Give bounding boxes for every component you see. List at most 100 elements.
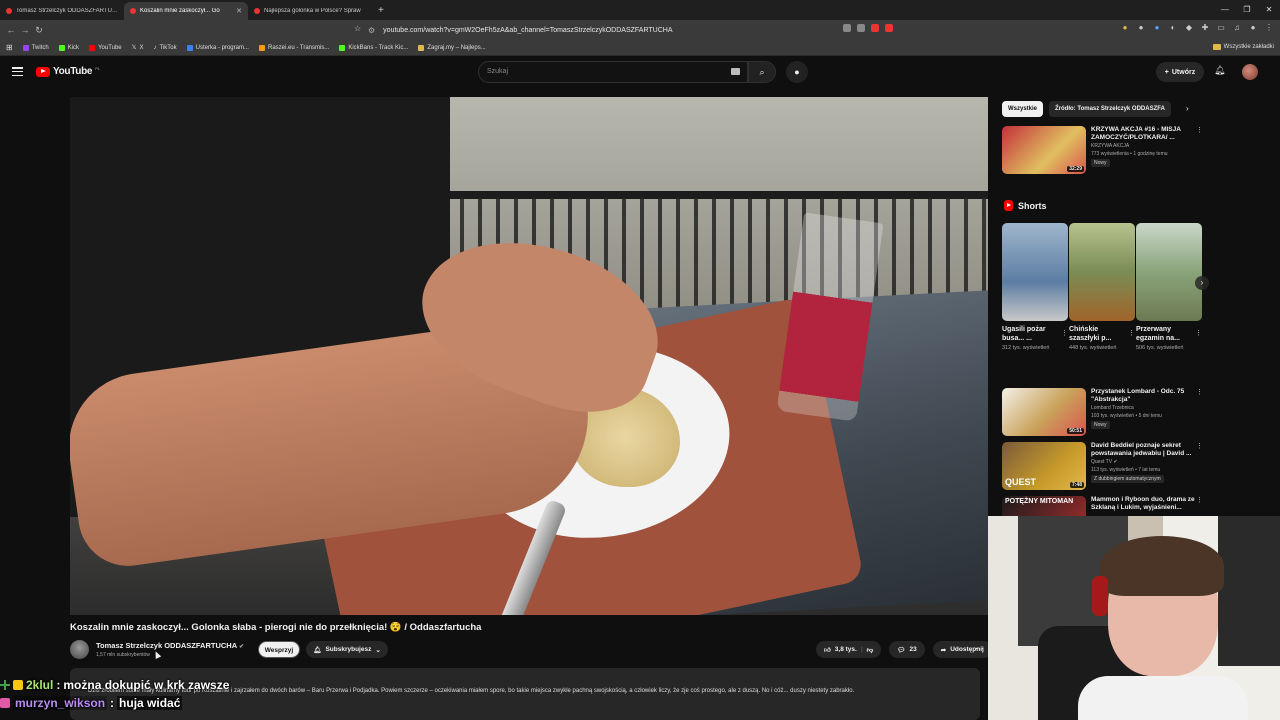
- more-icon[interactable]: ⋮: [1196, 126, 1203, 134]
- cam-hair: [1100, 536, 1224, 596]
- extension-icon[interactable]: ●: [1120, 23, 1130, 35]
- puzzle-icon[interactable]: ✚: [1200, 23, 1210, 35]
- close-window-icon[interactable]: ✕: [1258, 0, 1280, 20]
- stream-chat-overlay: 2klul : można dokupić w krk zawsze murzy…: [0, 676, 400, 712]
- more-icon[interactable]: ⋮: [1196, 496, 1202, 504]
- more-icon[interactable]: ⋮: [1061, 329, 1068, 337]
- browser-tab-3[interactable]: Najlepsza golonka w Polsce? Spraw: [248, 2, 372, 20]
- channel-name[interactable]: Tomasz Strzelczyk ODDASZFARTUCHA ✔: [96, 641, 244, 650]
- recommended-video[interactable]: QUEST 7:48 David Beddiel poznaje sekret …: [1002, 442, 1203, 490]
- profile-icon[interactable]: ●: [1248, 23, 1258, 35]
- bookmark-usterka[interactable]: Usterka - program...: [186, 44, 249, 51]
- video-thumbnail[interactable]: 50:51: [1002, 388, 1086, 436]
- notifications-bell-icon[interactable]: 🔔︎: [1214, 65, 1225, 76]
- bookmark-zagraj[interactable]: Zagraj.my – Najleps...: [418, 44, 486, 51]
- video-thumbnail[interactable]: 32:29: [1002, 126, 1086, 174]
- menu-icon[interactable]: ⋮: [1264, 23, 1274, 35]
- recommended-video[interactable]: 50:51 Przystanek Lombard - Odc. 75 "Abst…: [1002, 388, 1203, 436]
- maximize-icon[interactable]: ❐: [1236, 0, 1258, 20]
- video-player[interactable]: [70, 97, 988, 615]
- bookmark-raszei[interactable]: Raszei.eu - Transmis...: [258, 44, 329, 51]
- chevron-right-icon[interactable]: ›: [1195, 276, 1209, 290]
- bookmark-icon[interactable]: ☆: [354, 24, 361, 33]
- short-item[interactable]: Ugasili pożar busa... ... 312 tys. wyświ…: [1002, 223, 1068, 352]
- bookmark-x[interactable]: 𝕏X: [132, 44, 144, 52]
- bookmark-twitch[interactable]: Twitch: [22, 44, 49, 51]
- share-icon[interactable]: [857, 24, 865, 32]
- more-icon[interactable]: ⋮: [1128, 329, 1135, 337]
- apps-icon[interactable]: ⊞: [6, 43, 13, 52]
- youtube-play-icon: [36, 66, 50, 77]
- short-item[interactable]: Przerwany egzamin na... 506 tys. wyświet…: [1136, 223, 1202, 352]
- recommended-video[interactable]: 32:29 KRZYWA AKCJA #16 - MISJA ZAMOCZYĆ/…: [1002, 126, 1203, 174]
- short-item[interactable]: Chińskie szaszłyki p... 448 tys. wyświet…: [1069, 223, 1135, 352]
- support-button[interactable]: Wesprzyj: [258, 641, 300, 658]
- bookmark-tiktok[interactable]: ♪ TikTok: [154, 45, 177, 51]
- chip-source[interactable]: Źródło: Tomasz Strzelczyk ODDASZFA: [1049, 101, 1171, 117]
- reload-icon[interactable]: ↻: [32, 25, 46, 36]
- close-tab-icon[interactable]: ✕: [236, 7, 242, 15]
- more-actions-icon[interactable]: ⋯: [975, 643, 984, 654]
- channel-avatar[interactable]: [70, 640, 89, 659]
- short-thumbnail[interactable]: [1069, 223, 1135, 321]
- bookmark-kick[interactable]: Kick: [58, 44, 79, 51]
- video-meta: 113 tys. wyświetleń • 7 lat temu: [1091, 466, 1161, 473]
- extension-icon[interactable]: [871, 24, 879, 32]
- video-title: KRZYWA AKCJA #16 - MISJA ZAMOCZYĆ/PLOTKA…: [1091, 126, 1181, 142]
- new-badge: Nowy: [1091, 420, 1110, 429]
- thumbs-down-icon[interactable]: 👎︎: [867, 646, 874, 654]
- more-icon[interactable]: ⋮: [1196, 442, 1203, 450]
- video-thumbnail[interactable]: POTĘŻNY MITOMAN: [1002, 496, 1086, 516]
- bookmark-kickbans[interactable]: KickBans - Track Kic...: [339, 44, 408, 51]
- country-code: PL: [95, 66, 101, 71]
- short-thumbnail[interactable]: [1136, 223, 1202, 321]
- browser-toolbar: ← → ↻ ☆ ⚙ youtube.com/watch?v=gmW2OeFh5z…: [0, 20, 1280, 40]
- cast-icon[interactable]: [843, 24, 851, 32]
- search-button[interactable]: ⌕: [748, 61, 776, 83]
- youtube-logo[interactable]: YouTube PL: [36, 66, 100, 77]
- forward-icon[interactable]: →: [18, 25, 32, 35]
- site-info-icon[interactable]: ⚙: [368, 26, 375, 35]
- browser-tab-1[interactable]: Tomasz Strzelczyk ODDASZFARTUCHA: [0, 2, 124, 20]
- create-button[interactable]: + Utwórz: [1156, 62, 1204, 82]
- video-info: Przystanek Lombard - Odc. 75 "Abstrakcja…: [1091, 388, 1195, 436]
- bookmark-label: X: [139, 44, 144, 51]
- chip-all[interactable]: Wszystkie: [1002, 101, 1044, 117]
- url-text: youtube.com/watch?v=gmW2OeFh5zA&ab_chann…: [383, 26, 673, 34]
- back-icon[interactable]: ←: [4, 25, 18, 35]
- address-bar[interactable]: ⚙ youtube.com/watch?v=gmW2OeFh5zA&ab_cha…: [368, 22, 908, 38]
- thumbs-up-icon[interactable]: 👍︎: [824, 646, 831, 654]
- minimize-icon[interactable]: —: [1214, 0, 1236, 20]
- sidebar-icon[interactable]: ▭: [1216, 23, 1226, 35]
- extension-icon[interactable]: ●: [1136, 23, 1146, 35]
- extension-icon[interactable]: ●: [1152, 23, 1162, 35]
- search-input[interactable]: Szukaj: [478, 61, 748, 83]
- voice-search-button[interactable]: ●: [786, 61, 808, 83]
- gift-badge-icon: [13, 680, 23, 690]
- comment-icon: 💬︎: [897, 646, 906, 654]
- video-title: David Beddiel poznaje sekret powstawania…: [1091, 442, 1192, 458]
- media-icon[interactable]: ♫: [1232, 23, 1242, 35]
- webcam-overlay: [988, 516, 1280, 720]
- short-thumbnail[interactable]: [1002, 223, 1068, 321]
- comments-button[interactable]: 💬︎ 23: [889, 641, 925, 658]
- keyboard-icon[interactable]: [731, 68, 740, 75]
- extension-icon[interactable]: ◆: [1184, 23, 1194, 35]
- extension-icon[interactable]: [885, 24, 893, 32]
- all-bookmarks[interactable]: Wszystkie zakładki: [1212, 44, 1274, 50]
- browser-tab-2[interactable]: Koszalin mnie zaskoczył... Go ✕: [124, 2, 248, 20]
- account-avatar[interactable]: [1242, 64, 1258, 80]
- video-thumbnail[interactable]: QUEST 7:48: [1002, 442, 1086, 490]
- more-icon[interactable]: ⋮: [1195, 329, 1202, 337]
- short-views: 312 tys. wyświetleń: [1002, 345, 1050, 352]
- recommended-video[interactable]: POTĘŻNY MITOMAN Mammon i Ryboon duo, dra…: [1002, 496, 1202, 516]
- new-tab-button[interactable]: +: [372, 2, 390, 20]
- extension-icon[interactable]: ◐: [1168, 23, 1178, 35]
- like-dislike-group[interactable]: 👍︎ 3,8 tys. | 👎︎: [816, 641, 882, 658]
- subscribed-button[interactable]: 🔔︎ Subskrybujesz ⌄: [306, 641, 388, 658]
- video-info: KRZYWA AKCJA #16 - MISJA ZAMOCZYĆ/PLOTKA…: [1091, 126, 1195, 174]
- chevron-right-icon[interactable]: ›: [1186, 104, 1189, 113]
- bookmark-youtube[interactable]: YouTube: [89, 44, 122, 51]
- more-icon[interactable]: ⋮: [1196, 388, 1203, 396]
- menu-icon[interactable]: [12, 67, 23, 76]
